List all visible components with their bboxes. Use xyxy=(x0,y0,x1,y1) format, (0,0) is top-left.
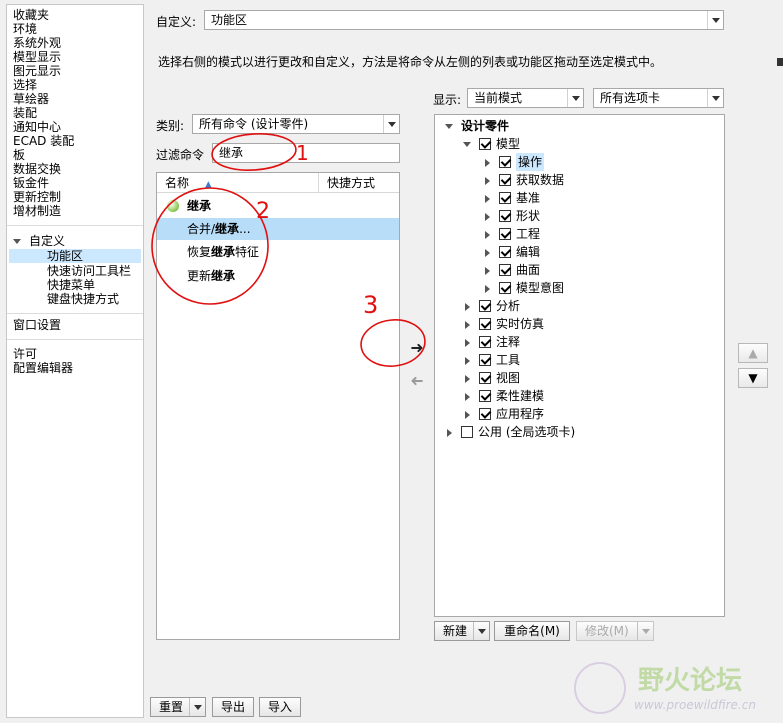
annotation-layer: 1 2 3 xyxy=(151,133,426,367)
logo-icon xyxy=(574,662,626,714)
annotation-circle-arrow xyxy=(360,319,426,367)
annotation-circle-filter xyxy=(211,133,297,171)
annotation-number-3: 3 xyxy=(363,291,378,319)
watermark-url: www.proewildfire.cn xyxy=(634,698,756,712)
annotation-number-1: 1 xyxy=(296,141,309,165)
watermark: 野火论坛 www.proewildfire.cn xyxy=(572,660,778,718)
edge-marker xyxy=(777,58,783,66)
annotation-circle-list xyxy=(151,187,269,305)
watermark-title: 野火论坛 xyxy=(638,666,743,696)
annotation-number-2: 2 xyxy=(256,199,270,224)
